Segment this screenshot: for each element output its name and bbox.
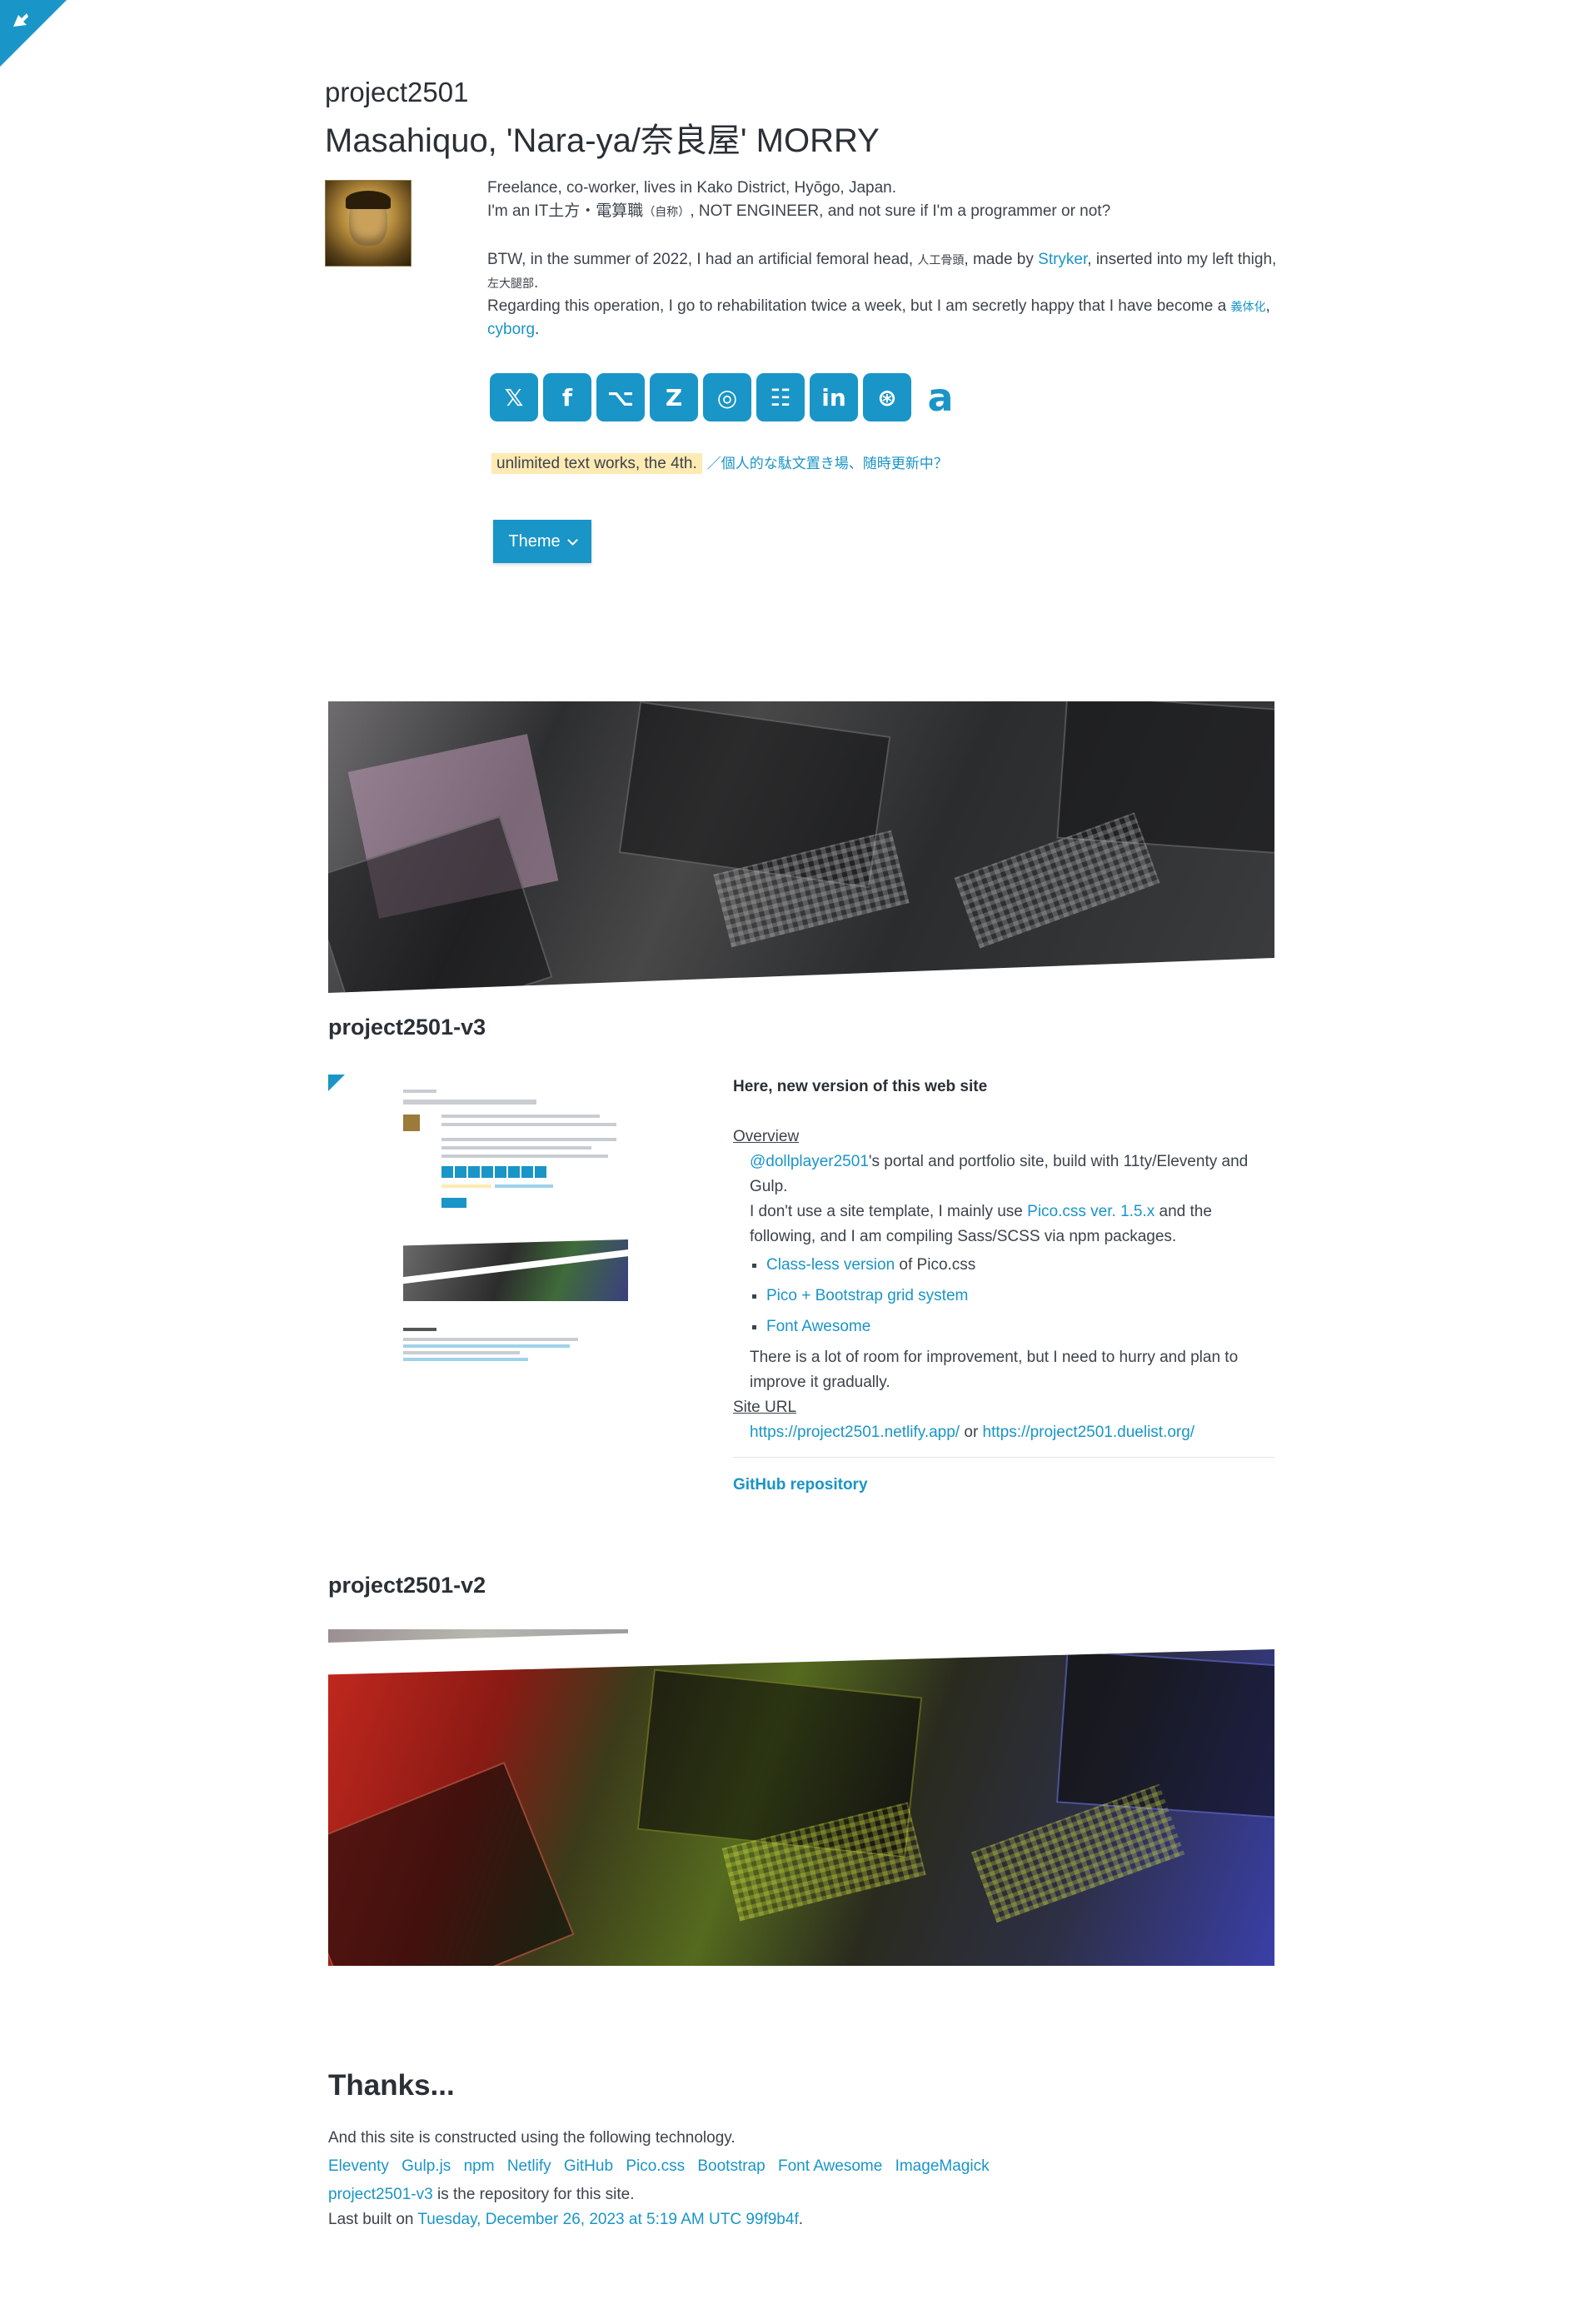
bio-line-4: Regarding this operation, I go to rehabi…: [487, 297, 1270, 338]
build-line: Last built on Tuesday, December 26, 2023…: [328, 2206, 1328, 2234]
bio-line-3-note-1: 人工骨頭: [917, 253, 965, 267]
project-v3-banner: [328, 701, 1274, 993]
eleventy-link[interactable]: Eleventy: [328, 2157, 389, 2175]
repo-line-rest: is the repository for this site.: [432, 2186, 635, 2203]
thanks-title: Thanks...: [328, 2069, 455, 2102]
bio-line-3-note-2: 左大腿部: [487, 277, 534, 290]
zenn-icon[interactable]: Z: [650, 373, 698, 421]
blog-link[interactable]: ／個人的な駄文置き場、随時更新中？: [707, 456, 948, 471]
list-item: Pico + Bootstrap grid system: [766, 1284, 1274, 1309]
url-separator: or: [960, 1424, 983, 1441]
instagram-icon[interactable]: ◎: [703, 373, 751, 421]
build-label: Last built on: [328, 2211, 418, 2228]
improve-text: There is a lot of room for improvement, …: [750, 1349, 1239, 1391]
gulp-link[interactable]: Gulp.js: [401, 2157, 451, 2175]
fontawesome-link[interactable]: Font Awesome: [778, 2157, 882, 2175]
slideshare-icon[interactable]: ☷: [756, 373, 805, 421]
stryker-link[interactable]: Stryker: [1038, 251, 1087, 268]
bio-line-3-end: .: [534, 274, 539, 292]
theme-button[interactable]: Theme: [493, 520, 591, 563]
bio-line-2: I'm an IT土方・電算職（自称）, NOT ENGINEER, and n…: [487, 200, 1279, 223]
github-icon[interactable]: ⌥: [596, 373, 645, 421]
project-v2-banner: [328, 1649, 1274, 1966]
amazon-icon[interactable]: a: [916, 373, 965, 421]
project-v2-strip: [328, 1629, 628, 1643]
facebook-icon[interactable]: f: [543, 373, 591, 421]
repo-line: project2501-v3 is the repository for thi…: [328, 2181, 1328, 2209]
netlify-link[interactable]: Netlify: [507, 2157, 551, 2175]
theme-button-label: Theme: [508, 531, 561, 551]
divider: [733, 1457, 1274, 1458]
thanks-intro: And this site is constructed using the f…: [328, 2129, 736, 2147]
list-item: Class-less version of Pico.css: [766, 1253, 1274, 1278]
project-v3-screenshot[interactable]: [403, 1090, 636, 1373]
picocss-link[interactable]: Pico.css: [626, 2157, 685, 2175]
tagline: unlimited text works, the 4th. ／個人的な駄文置き場…: [491, 451, 948, 474]
font-awesome-link[interactable]: Font Awesome: [766, 1318, 870, 1335]
project-v3-details: Here, new version of this web site Overv…: [733, 1075, 1274, 1498]
pico-bootstrap-link[interactable]: Pico + Bootstrap grid system: [766, 1287, 968, 1304]
overview-text-2: I don't use a site template, I mainly us…: [733, 1199, 1274, 1249]
bio-line-4-note: 義体化: [1230, 300, 1266, 313]
chevron-down-icon: [566, 534, 578, 546]
bio-line-3: BTW, in the summer of 2022, I had an art…: [487, 248, 1279, 295]
bio-line-1: Freelance, co-worker, lives in Kako Dist…: [487, 179, 897, 197]
site-urls: https://project2501.netlify.app/ or http…: [733, 1420, 1274, 1445]
handle-link[interactable]: @dollplayer2501: [750, 1153, 869, 1170]
site-name[interactable]: project2501: [325, 77, 468, 108]
steam-icon[interactable]: ⊛: [863, 373, 911, 421]
bio-line-4-text: Regarding this operation, I go to rehabi…: [487, 297, 1227, 315]
x-twitter-icon[interactable]: 𝕏: [490, 373, 538, 421]
author-name: Masahiquo, 'Nara-ya/奈良屋' MORRY: [325, 122, 880, 159]
corner-logo-icon[interactable]: [8, 8, 33, 33]
avatar: [325, 180, 411, 267]
project-v3-heading: Here, new version of this web site: [733, 1078, 988, 1095]
list-item: Font Awesome: [766, 1314, 1274, 1339]
avatar-hair: [346, 191, 391, 209]
repo-link[interactable]: project2501-v3: [328, 2186, 433, 2203]
cyborg-link[interactable]: cyborg: [487, 321, 535, 338]
duelist-url-link[interactable]: https://project2501.duelist.org/: [983, 1424, 1195, 1441]
footer: And this site is constructed using the f…: [328, 2124, 1328, 2234]
project-v3-title: project2501-v3: [328, 1015, 486, 1040]
overview-label: Overview: [733, 1128, 800, 1145]
tech-links: Eleventy Gulp.js npm Netlify GitHub Pico…: [328, 2152, 1328, 2181]
netlify-url-link[interactable]: https://project2501.netlify.app/: [750, 1424, 960, 1441]
bio-line-3-made-by: , made by: [964, 251, 1034, 268]
classless-link[interactable]: Class-less version: [766, 1256, 895, 1274]
project-v2-title: project2501-v2: [328, 1573, 486, 1598]
bio-line-2-text: I'm an IT土方・電算職: [487, 202, 644, 220]
bio-line-3-text: BTW, in the summer of 2022, I had an art…: [487, 251, 914, 268]
thumbnail-corner: [328, 1075, 345, 1091]
bio-line-2-rest: , NOT ENGINEER, and not sure if I'm a pr…: [690, 202, 1111, 220]
tech-list: Class-less version of Pico.css Pico + Bo…: [750, 1253, 1274, 1339]
github-repository-link[interactable]: GitHub repository: [733, 1476, 868, 1494]
github-link[interactable]: GitHub: [564, 2157, 613, 2175]
overview-text-2-start: I don't use a site template, I mainly us…: [750, 1203, 1023, 1220]
bootstrap-link[interactable]: Bootstrap: [697, 2157, 765, 2175]
site-url-label: Site URL: [733, 1399, 797, 1416]
build-line-end: .: [798, 2211, 804, 2228]
social-links: 𝕏 f ⌥ Z ◎ ☷ in ⊛ a: [490, 373, 965, 426]
linkedin-icon[interactable]: in: [810, 373, 858, 421]
imagemagick-link[interactable]: ImageMagick: [895, 2157, 990, 2175]
bio-line-2-note: （自称）: [643, 205, 691, 218]
build-hash-link[interactable]: 99f9b4f: [746, 2211, 798, 2228]
overview-text-1: @dollplayer2501's portal and portfolio s…: [733, 1150, 1274, 1199]
list-item-rest: of Pico.css: [895, 1256, 976, 1274]
tagline-highlight: unlimited text works, the 4th.: [491, 453, 702, 474]
bio-line-4-end: .: [535, 321, 540, 338]
pico-link[interactable]: Pico.css ver. 1.5.x: [1027, 1203, 1155, 1220]
build-date-link[interactable]: Tuesday, December 26, 2023 at 5:19 AM UT…: [417, 2211, 741, 2228]
bio: Freelance, co-worker, lives in Kako Dist…: [487, 177, 1279, 342]
npm-link[interactable]: npm: [464, 2157, 495, 2175]
bio-line-3-rest: , inserted into my left thigh,: [1087, 251, 1277, 268]
